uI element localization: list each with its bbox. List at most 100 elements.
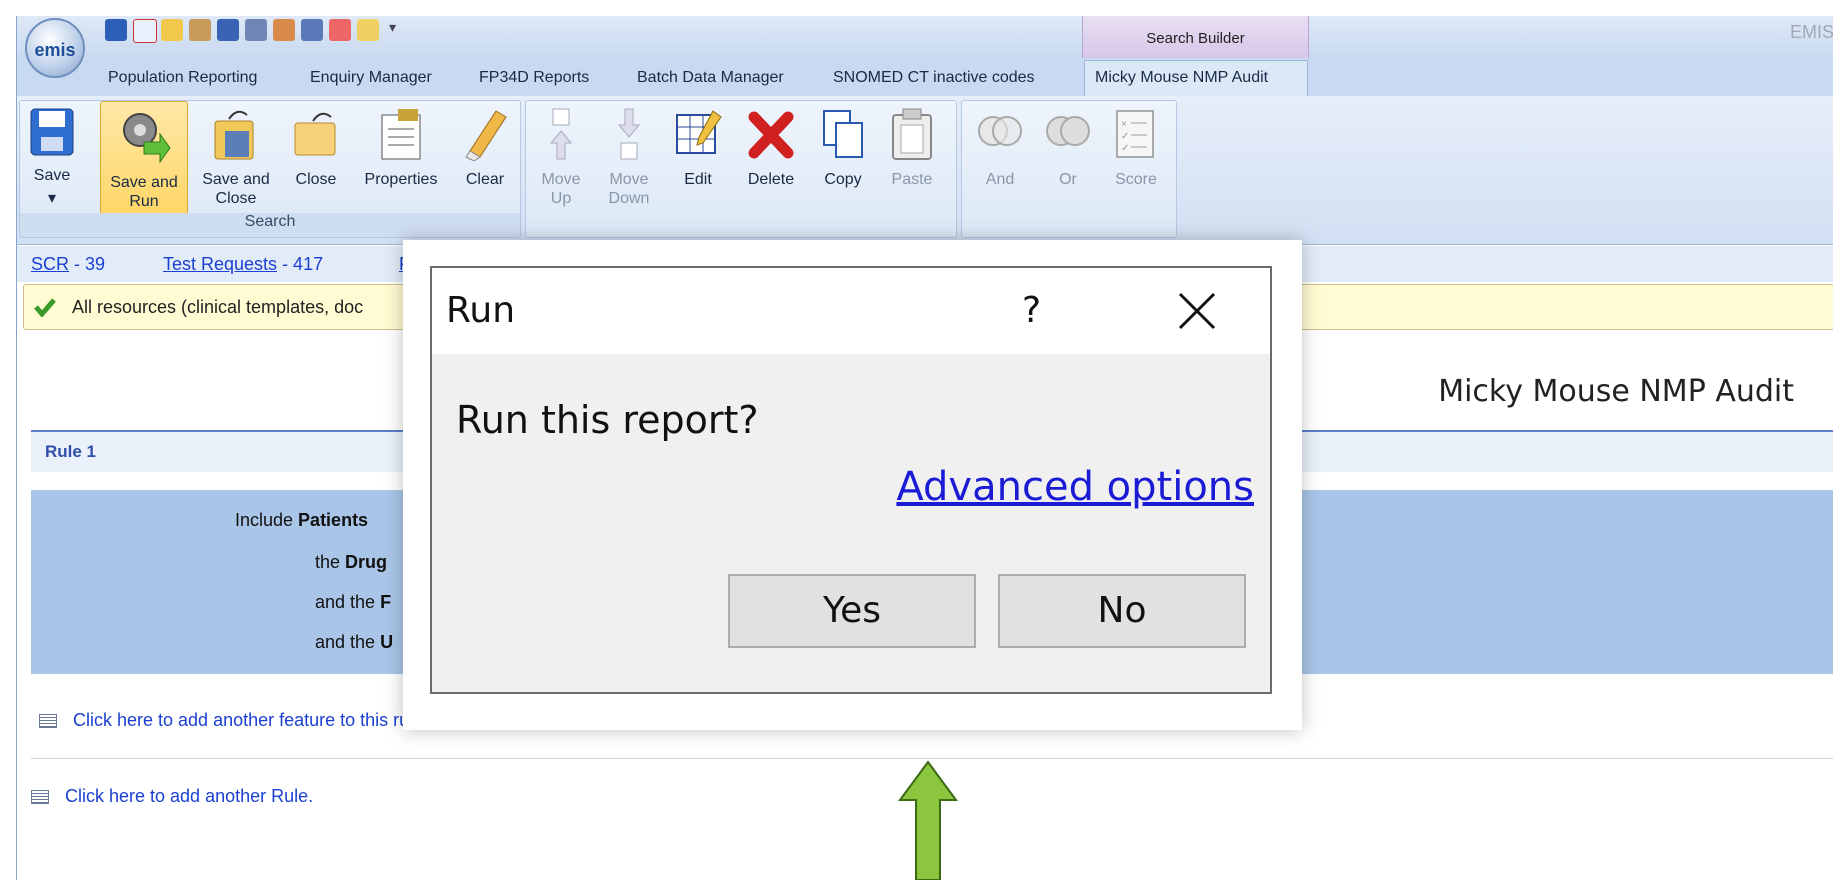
emis-logo-button[interactable]: emis (25, 18, 85, 78)
gear-run-icon (123, 113, 171, 164)
edit-button[interactable]: Edit (670, 107, 726, 189)
context-tab-label: Search Builder (1146, 30, 1245, 47)
save-and-close-button[interactable]: Save and Close (196, 107, 276, 208)
advanced-options-link[interactable]: Advanced options (896, 464, 1254, 510)
paste-button[interactable]: Paste (882, 107, 942, 189)
tab-snomed-inactive-codes[interactable]: SNOMED CT inactive codes (833, 69, 1035, 87)
move-down-button[interactable]: Move Down (602, 107, 656, 208)
rule-line-2-entity: Drug (345, 552, 388, 572)
rule-line-3-text: and the (315, 592, 381, 612)
logic-group: And Or × ✓ ✓ Score (961, 100, 1177, 238)
notes-icon[interactable] (217, 19, 239, 41)
svg-text:✓: ✓ (1121, 143, 1129, 154)
add-feature-link[interactable]: Click here to add another feature to thi… (39, 710, 428, 731)
move-up-icon (549, 108, 573, 160)
paste-label: Paste (891, 171, 933, 188)
annotation-arrow-icon (898, 760, 958, 880)
add-rule-link[interactable]: Click here to add another Rule. (31, 786, 313, 807)
rule-line-3-entity: F (380, 592, 392, 612)
score-icon: ×✓✓ (1116, 110, 1154, 158)
move-up-button[interactable]: Move Up (536, 107, 586, 208)
tab-batch-data-manager[interactable]: Batch Data Manager (637, 69, 784, 87)
and-icon (978, 116, 1022, 146)
add-rule-label: Click here to add another Rule. (65, 786, 314, 806)
pencil-icon[interactable] (161, 19, 183, 41)
delete-button[interactable]: Delete (738, 107, 804, 189)
rule-title: Rule 1 (45, 442, 97, 461)
or-label: Or (1059, 171, 1077, 188)
properties-button[interactable]: Properties (356, 107, 446, 189)
scr-count: - 39 (69, 254, 106, 274)
save-and-close-label: Save and Close (202, 171, 270, 207)
copy-button[interactable]: Copy (816, 107, 870, 189)
close-button[interactable]: Close (288, 107, 344, 189)
move-down-icon (617, 108, 641, 160)
move-up-label: Move Up (541, 171, 581, 207)
properties-label: Properties (364, 171, 438, 188)
tab-fp34d-reports[interactable]: FP34D Reports (479, 69, 589, 87)
pen-icon[interactable] (329, 19, 351, 41)
test-requests-count: - 417 (277, 254, 324, 274)
search-group-label: Search (20, 213, 520, 237)
rule-line-1-entity: Patients (298, 510, 369, 530)
folder-close-icon (294, 112, 336, 156)
properties-icon (381, 109, 421, 160)
rule-line-1: Include Patients (235, 510, 368, 531)
scr-link[interactable]: SCR (31, 254, 69, 274)
or-icon (1046, 116, 1090, 146)
test-requests-link[interactable]: Test Requests (163, 254, 277, 274)
edit-group: Move Up Move Down Edit Delete Copy Paste (525, 100, 957, 238)
yes-button[interactable]: Yes (728, 574, 976, 648)
search-builder-context-tab: Search Builder (1082, 16, 1309, 58)
close-icon[interactable] (1172, 286, 1222, 336)
add-feature-label: Click here to add another feature to thi… (73, 710, 429, 730)
no-button[interactable]: No (998, 574, 1246, 648)
tab-micky-mouse-nmp-audit[interactable]: Micky Mouse NMP Audit (1095, 69, 1268, 87)
rule-line-4: and the U (315, 632, 393, 653)
delete-label: Delete (747, 171, 795, 188)
home-icon[interactable] (133, 19, 157, 43)
tab-enquiry-manager[interactable]: Enquiry Manager (310, 69, 432, 87)
save-label: Save (33, 167, 71, 184)
dialog-titlebar: Run ? (432, 268, 1270, 354)
tab-population-reporting[interactable]: Population Reporting (108, 69, 257, 87)
save-close-icon (214, 110, 254, 160)
copy-label: Copy (824, 171, 862, 188)
rule-line-3: and the F (315, 592, 391, 613)
save-dropdown-icon[interactable]: ▾ (26, 189, 78, 208)
score-button[interactable]: × ✓ ✓ Score (1108, 107, 1164, 189)
quick-access-toolbar: emis ▾ Search Builder EMIS (17, 16, 1833, 78)
delete-icon (748, 111, 794, 159)
check-icon (34, 298, 56, 317)
or-button[interactable]: Or (1040, 107, 1096, 189)
and-label: And (985, 171, 1015, 188)
and-button[interactable]: And (972, 107, 1028, 189)
calendar-icon[interactable] (245, 19, 267, 41)
rule-line-1-text: Include (235, 510, 299, 530)
save-button[interactable]: Save ▾ (26, 107, 78, 208)
logo-text: emis (34, 40, 76, 60)
report-title: Micky Mouse NMP Audit (1438, 374, 1794, 409)
document-icon[interactable] (301, 19, 323, 41)
mail-icon[interactable] (357, 19, 379, 41)
help-button[interactable]: ? (1022, 290, 1041, 331)
rule-line-4-text: and the (315, 632, 381, 652)
svg-text:×: × (1121, 119, 1127, 130)
edit-label: Edit (684, 171, 712, 188)
list-icon (39, 714, 57, 729)
ribbon: Save ▾ Save and Run Save and Close Close… (17, 96, 1833, 245)
rule-line-2: the Drug (315, 552, 387, 573)
copy-icon (823, 110, 863, 158)
paste-icon (892, 108, 932, 160)
users-icon[interactable] (189, 19, 211, 41)
banner-text: All resources (clinical templates, doc (72, 297, 364, 317)
back-icon[interactable] (105, 19, 127, 41)
clear-label: Clear (465, 171, 505, 188)
close-label: Close (295, 171, 337, 188)
clear-button[interactable]: Clear (458, 107, 512, 189)
brand-label: EMIS (1789, 22, 1833, 42)
score-label: Score (1115, 171, 1157, 188)
people-icon[interactable] (273, 19, 295, 41)
customize-toolbar-icon[interactable]: ▾ (389, 19, 401, 41)
dialog-title: Run (446, 290, 516, 331)
